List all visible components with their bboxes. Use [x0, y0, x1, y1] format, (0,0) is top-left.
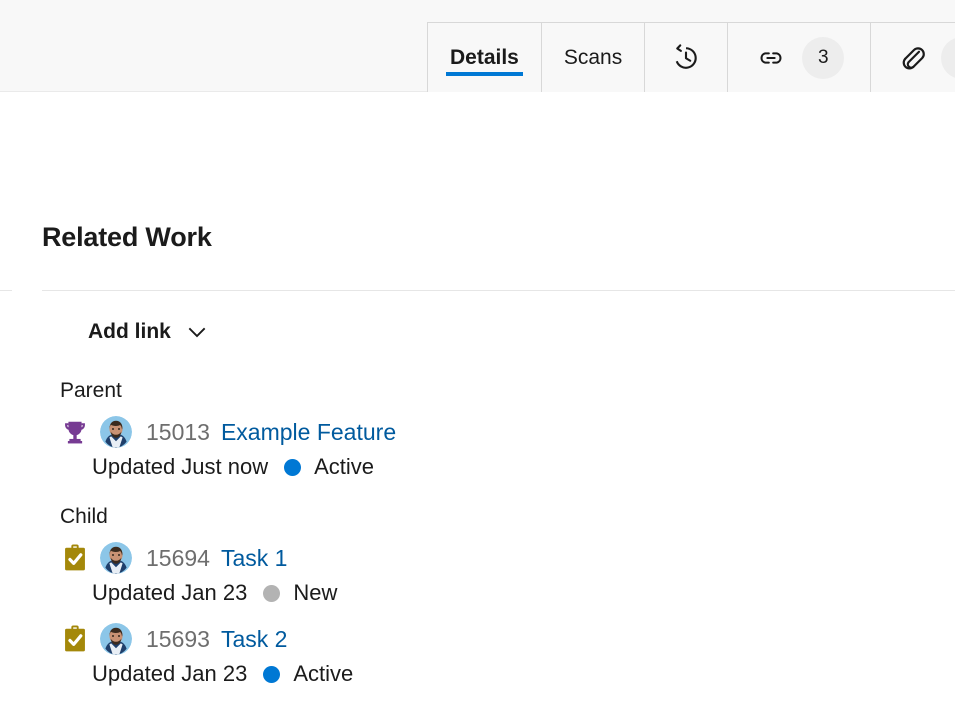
work-item-id: 15694 — [146, 544, 210, 571]
related-work-item-meta: Updated Jan 23 Active — [92, 659, 955, 689]
state-dot — [284, 458, 302, 476]
related-work-item[interactable]: 15013 Example Feature Updated Just now Acti… — [0, 415, 955, 496]
state-dot — [263, 584, 281, 602]
avatar — [100, 623, 132, 655]
link-group-label: Parent — [60, 379, 122, 402]
tab-history[interactable] — [644, 22, 728, 92]
updated-text: Updated Just now — [92, 454, 269, 479]
work-item-title-link[interactable]: Example Feature — [221, 419, 396, 446]
feature-trophy-icon — [58, 415, 92, 449]
link-icon — [754, 43, 788, 73]
related-work-list: Parent 15013 Example Feature Updated Just n… — [0, 370, 955, 703]
related-work-item-main: 15693 Task 2 — [58, 622, 955, 656]
related-work-item-main: 15694 Task 1 — [58, 541, 955, 575]
tab-details[interactable]: Details — [427, 22, 541, 92]
state-dot — [263, 665, 281, 683]
tab-links[interactable]: 3 — [727, 22, 871, 92]
tab-count-badge — [941, 36, 955, 79]
updated-text: Updated Jan 23 — [92, 580, 248, 605]
avatar — [100, 542, 132, 574]
task-clipboard-icon — [58, 541, 92, 575]
add-link-button[interactable]: Add link — [88, 320, 209, 344]
section-divider — [42, 290, 955, 291]
related-work-item-meta: Updated Just now Active — [92, 452, 955, 482]
related-work-item[interactable]: 15694 Task 1 Updated Jan 23 New — [0, 541, 955, 622]
chevron-down-icon — [185, 320, 209, 344]
tab-count-badge: 3 — [802, 36, 845, 79]
history-icon — [671, 43, 701, 73]
tab-label: Scans — [563, 46, 623, 69]
add-link-label: Add link — [88, 320, 171, 343]
work-item-id: 15693 — [146, 625, 210, 652]
task-clipboard-icon — [58, 622, 92, 656]
tab-label: Details — [450, 46, 519, 69]
tab-attachments[interactable] — [870, 22, 955, 92]
attachment-icon — [897, 43, 927, 73]
link-group-child: Child 15694 Task 1 Updated Jan 23 New 15693 Ta… — [0, 496, 955, 703]
updated-text: Updated Jan 23 — [92, 661, 248, 686]
related-work-item[interactable]: 15693 Task 2 Updated Jan 23 Active — [0, 622, 955, 703]
state-label: Active — [293, 661, 354, 686]
link-group-label: Child — [60, 505, 108, 528]
state-label: New — [293, 580, 338, 605]
link-group-parent: Parent 15013 Example Feature Updated Just n… — [0, 370, 955, 496]
page-title: Related Work — [42, 222, 212, 252]
related-work-panel: Related Work Add link Parent 15013 Example… — [0, 92, 955, 716]
tabstrip: Details Scans 3 — [427, 22, 955, 92]
work-item-title-link[interactable]: Task 2 — [221, 626, 287, 653]
avatar — [100, 416, 132, 448]
work-item-id: 15013 — [146, 418, 210, 445]
related-work-item-meta: Updated Jan 23 New — [92, 578, 955, 608]
state-label: Active — [314, 454, 375, 479]
active-tab-indicator — [446, 72, 523, 76]
related-work-item-main: 15013 Example Feature — [58, 415, 955, 449]
tab-scans[interactable]: Scans — [540, 22, 645, 92]
work-item-header: Details Scans 3 — [0, 0, 955, 92]
section-divider-stub — [0, 290, 12, 291]
work-item-title-link[interactable]: Task 1 — [221, 545, 287, 572]
